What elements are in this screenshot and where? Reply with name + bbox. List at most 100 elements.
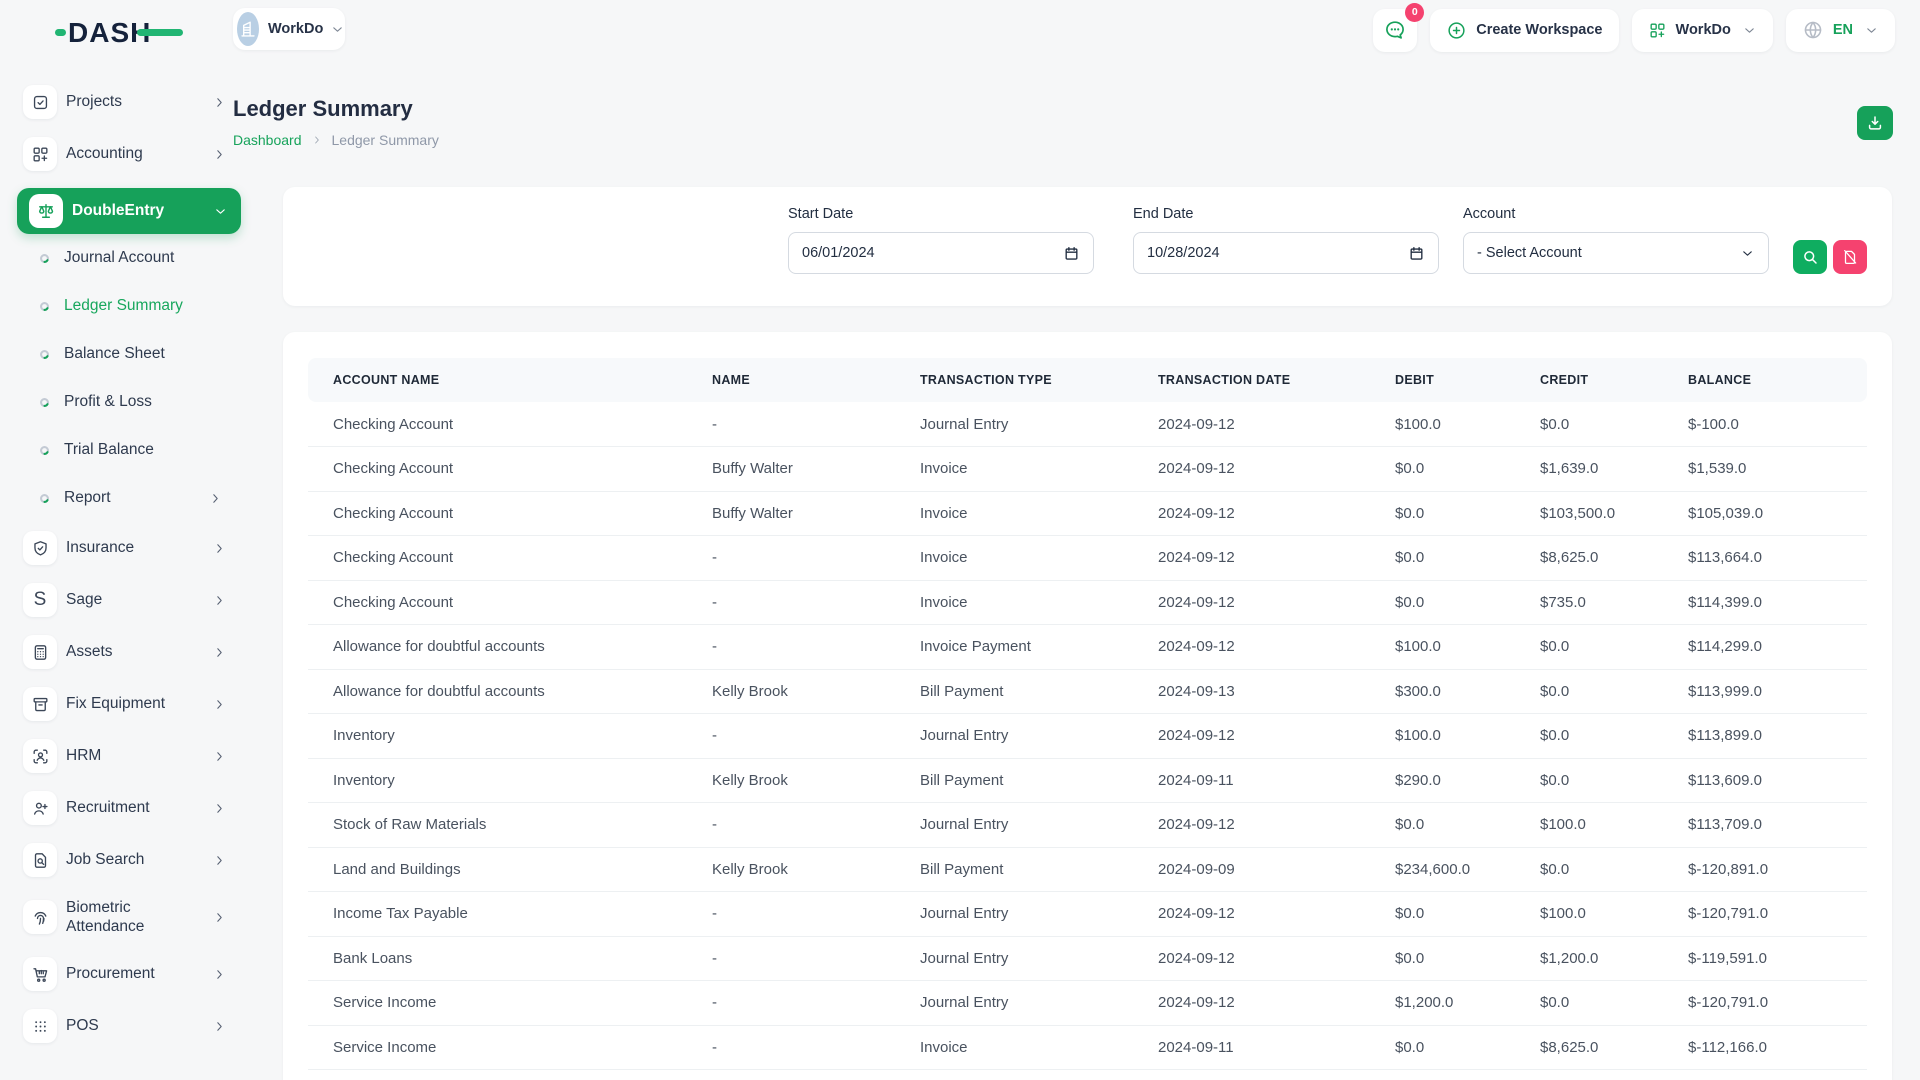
sidebar-subitem-ledger-summary[interactable]: Ledger Summary [0,282,260,330]
table-cell: 2024-09-12 [1133,981,1370,1026]
bullet-icon [39,493,50,504]
table-cell: 2024-09-12 [1133,402,1370,447]
table-cell: Kelly Brook [687,758,895,803]
table-cell: 2024-09-13 [1133,669,1370,714]
messages-count-badge: 0 [1405,3,1424,22]
table-row[interactable]: Checking Account-Journal Entry2024-09-12… [308,402,1867,447]
table-cell: 2024-09-12 [1133,625,1370,670]
sidebar-item-procurement[interactable]: Procurement [0,948,260,1000]
table-row[interactable]: Checking Account-Invoice2024-09-12$0.0$7… [308,580,1867,625]
table-cell: $-120,791.0 [1663,892,1867,937]
table-row[interactable]: Checking AccountBuffy WalterInvoice2024-… [308,491,1867,536]
table-cell: $0.0 [1370,580,1515,625]
chevron-right-icon [212,541,227,556]
sidebar-item-sage[interactable]: SSage [0,574,260,626]
table-cell: 2024-09-12 [1133,580,1370,625]
sidebar-item-fix-equipment[interactable]: Fix Equipment [0,678,260,730]
table-row[interactable]: Allowance for doubtful accountsKelly Bro… [308,669,1867,714]
table-row[interactable]: Service Income-Invoice2024-09-11$0.0$8,6… [308,1025,1867,1070]
apply-filter-button[interactable] [1793,240,1827,274]
column-header: CREDIT [1515,358,1663,402]
table-cell: Inventory [308,758,687,803]
table-row[interactable]: Allowance for doubtful accounts-Invoice … [308,625,1867,670]
table-cell: $1,539.0 [1663,447,1867,492]
table-cell: Service Income [308,981,687,1026]
chevron-right-icon [212,95,227,110]
user-focus-icon [23,739,57,773]
ledger-table-card: ACCOUNT NAMENAMETRANSACTION TYPETRANSACT… [283,332,1892,1080]
sidebar-item-insurance[interactable]: Insurance [0,522,260,574]
table-cell: Service Income [308,1025,687,1070]
download-button[interactable] [1857,106,1893,140]
table-cell: Checking Account [308,402,687,447]
messages-button[interactable]: 0 [1373,9,1417,52]
account-label: Account [1463,206,1769,222]
workdo-menu-button[interactable]: WorkDo [1632,9,1773,52]
table-row[interactable]: Service Income-Journal Entry2024-09-12$1… [308,981,1867,1026]
create-workspace-button[interactable]: Create Workspace [1430,9,1618,52]
table-cell: $100.0 [1515,892,1663,937]
sidebar-subitem-balance-sheet[interactable]: Balance Sheet [0,330,260,378]
bullet-icon [39,253,50,264]
sidebar-item-projects[interactable]: Projects [0,76,260,128]
column-header: TRANSACTION TYPE [895,358,1133,402]
sidebar-subitem-report[interactable]: Report [0,474,260,522]
table-row[interactable]: Land and BuildingsKelly BrookBill Paymen… [308,847,1867,892]
sidebar-subitem-label: Trial Balance [64,441,210,459]
calendar-icon[interactable] [1408,245,1425,262]
sidebar-subitem-label: Ledger Summary [64,297,210,315]
end-date-input[interactable]: 10/28/2024 [1133,232,1439,274]
workspace-avatar-building-icon [237,12,259,46]
table-cell: Journal Entry [895,892,1133,937]
language-selector[interactable]: EN [1786,9,1895,52]
sidebar-item-assets[interactable]: Assets [0,626,260,678]
start-date-input[interactable]: 06/01/2024 [788,232,1094,274]
sidebar-item-label: Accounting [66,144,204,163]
calculator-icon [23,635,57,669]
table-cell: Invoice [895,580,1133,625]
sidebar-subitem-profit-loss[interactable]: Profit & Loss [0,378,260,426]
table-cell: $113,709.0 [1663,803,1867,848]
end-date-label: End Date [1133,206,1439,222]
reset-filter-button[interactable] [1833,240,1867,274]
chevron-right-icon [311,134,323,146]
language-code: EN [1833,22,1853,38]
table-row[interactable]: Income Tax Payable-Journal Entry2024-09-… [308,892,1867,937]
table-cell: $0.0 [1515,847,1663,892]
table-cell: Invoice [895,536,1133,581]
table-row[interactable]: Stock of Raw Materials-Journal Entry2024… [308,803,1867,848]
dash-logo[interactable]: DASH [55,16,195,48]
table-row[interactable]: Inventory-Journal Entry2024-09-12$100.0$… [308,714,1867,759]
calendar-icon[interactable] [1063,245,1080,262]
table-row[interactable]: Checking Account-Invoice2024-09-12$0.0$8… [308,536,1867,581]
sidebar-item-biometric-attendance[interactable]: Biometric Attendance [0,886,260,948]
table-cell: Journal Entry [895,936,1133,981]
sidebar-item-recruitment[interactable]: Recruitment [0,782,260,834]
sidebar-item-job-search[interactable]: Job Search [0,834,260,886]
sidebar-item-hrm[interactable]: HRM [0,730,260,782]
table-cell: Checking Account [308,447,687,492]
table-cell: Kelly Brook [687,669,895,714]
sidebar-item-doubleentry[interactable]: DoubleEntry [17,188,241,234]
sidebar-subitem-label: Balance Sheet [64,345,210,363]
sidebar-item-pos[interactable]: POS [0,1000,260,1052]
table-cell: Income Tax Payable [308,892,687,937]
table-row[interactable]: Bank Loans-Journal Entry2024-09-12$0.0$1… [308,936,1867,981]
start-date-group: Start Date 06/01/2024 [788,206,1094,274]
table-cell: $8,625.0 [1515,1025,1663,1070]
table-row[interactable]: Checking AccountBuffy WalterInvoice2024-… [308,447,1867,492]
table-cell: 2024-09-12 [1133,714,1370,759]
table-cell: $0.0 [1370,892,1515,937]
account-select[interactable]: - Select Account [1463,232,1769,274]
workspace-switcher[interactable]: WorkDo [233,8,345,50]
breadcrumb-dashboard-link[interactable]: Dashboard [233,132,302,148]
table-row[interactable]: InventoryKelly BrookBill Payment2024-09-… [308,758,1867,803]
sidebar-subitem-journal-account[interactable]: Journal Account [0,234,260,282]
table-cell: Stock of Raw Materials [308,803,687,848]
table-cell: $0.0 [1515,625,1663,670]
table-cell: $100.0 [1515,803,1663,848]
sidebar-item-label: Fix Equipment [66,694,204,713]
sidebar-item-accounting[interactable]: Accounting [0,128,260,180]
sidebar-subitem-trial-balance[interactable]: Trial Balance [0,426,260,474]
table-cell: $-112,166.0 [1663,1025,1867,1070]
